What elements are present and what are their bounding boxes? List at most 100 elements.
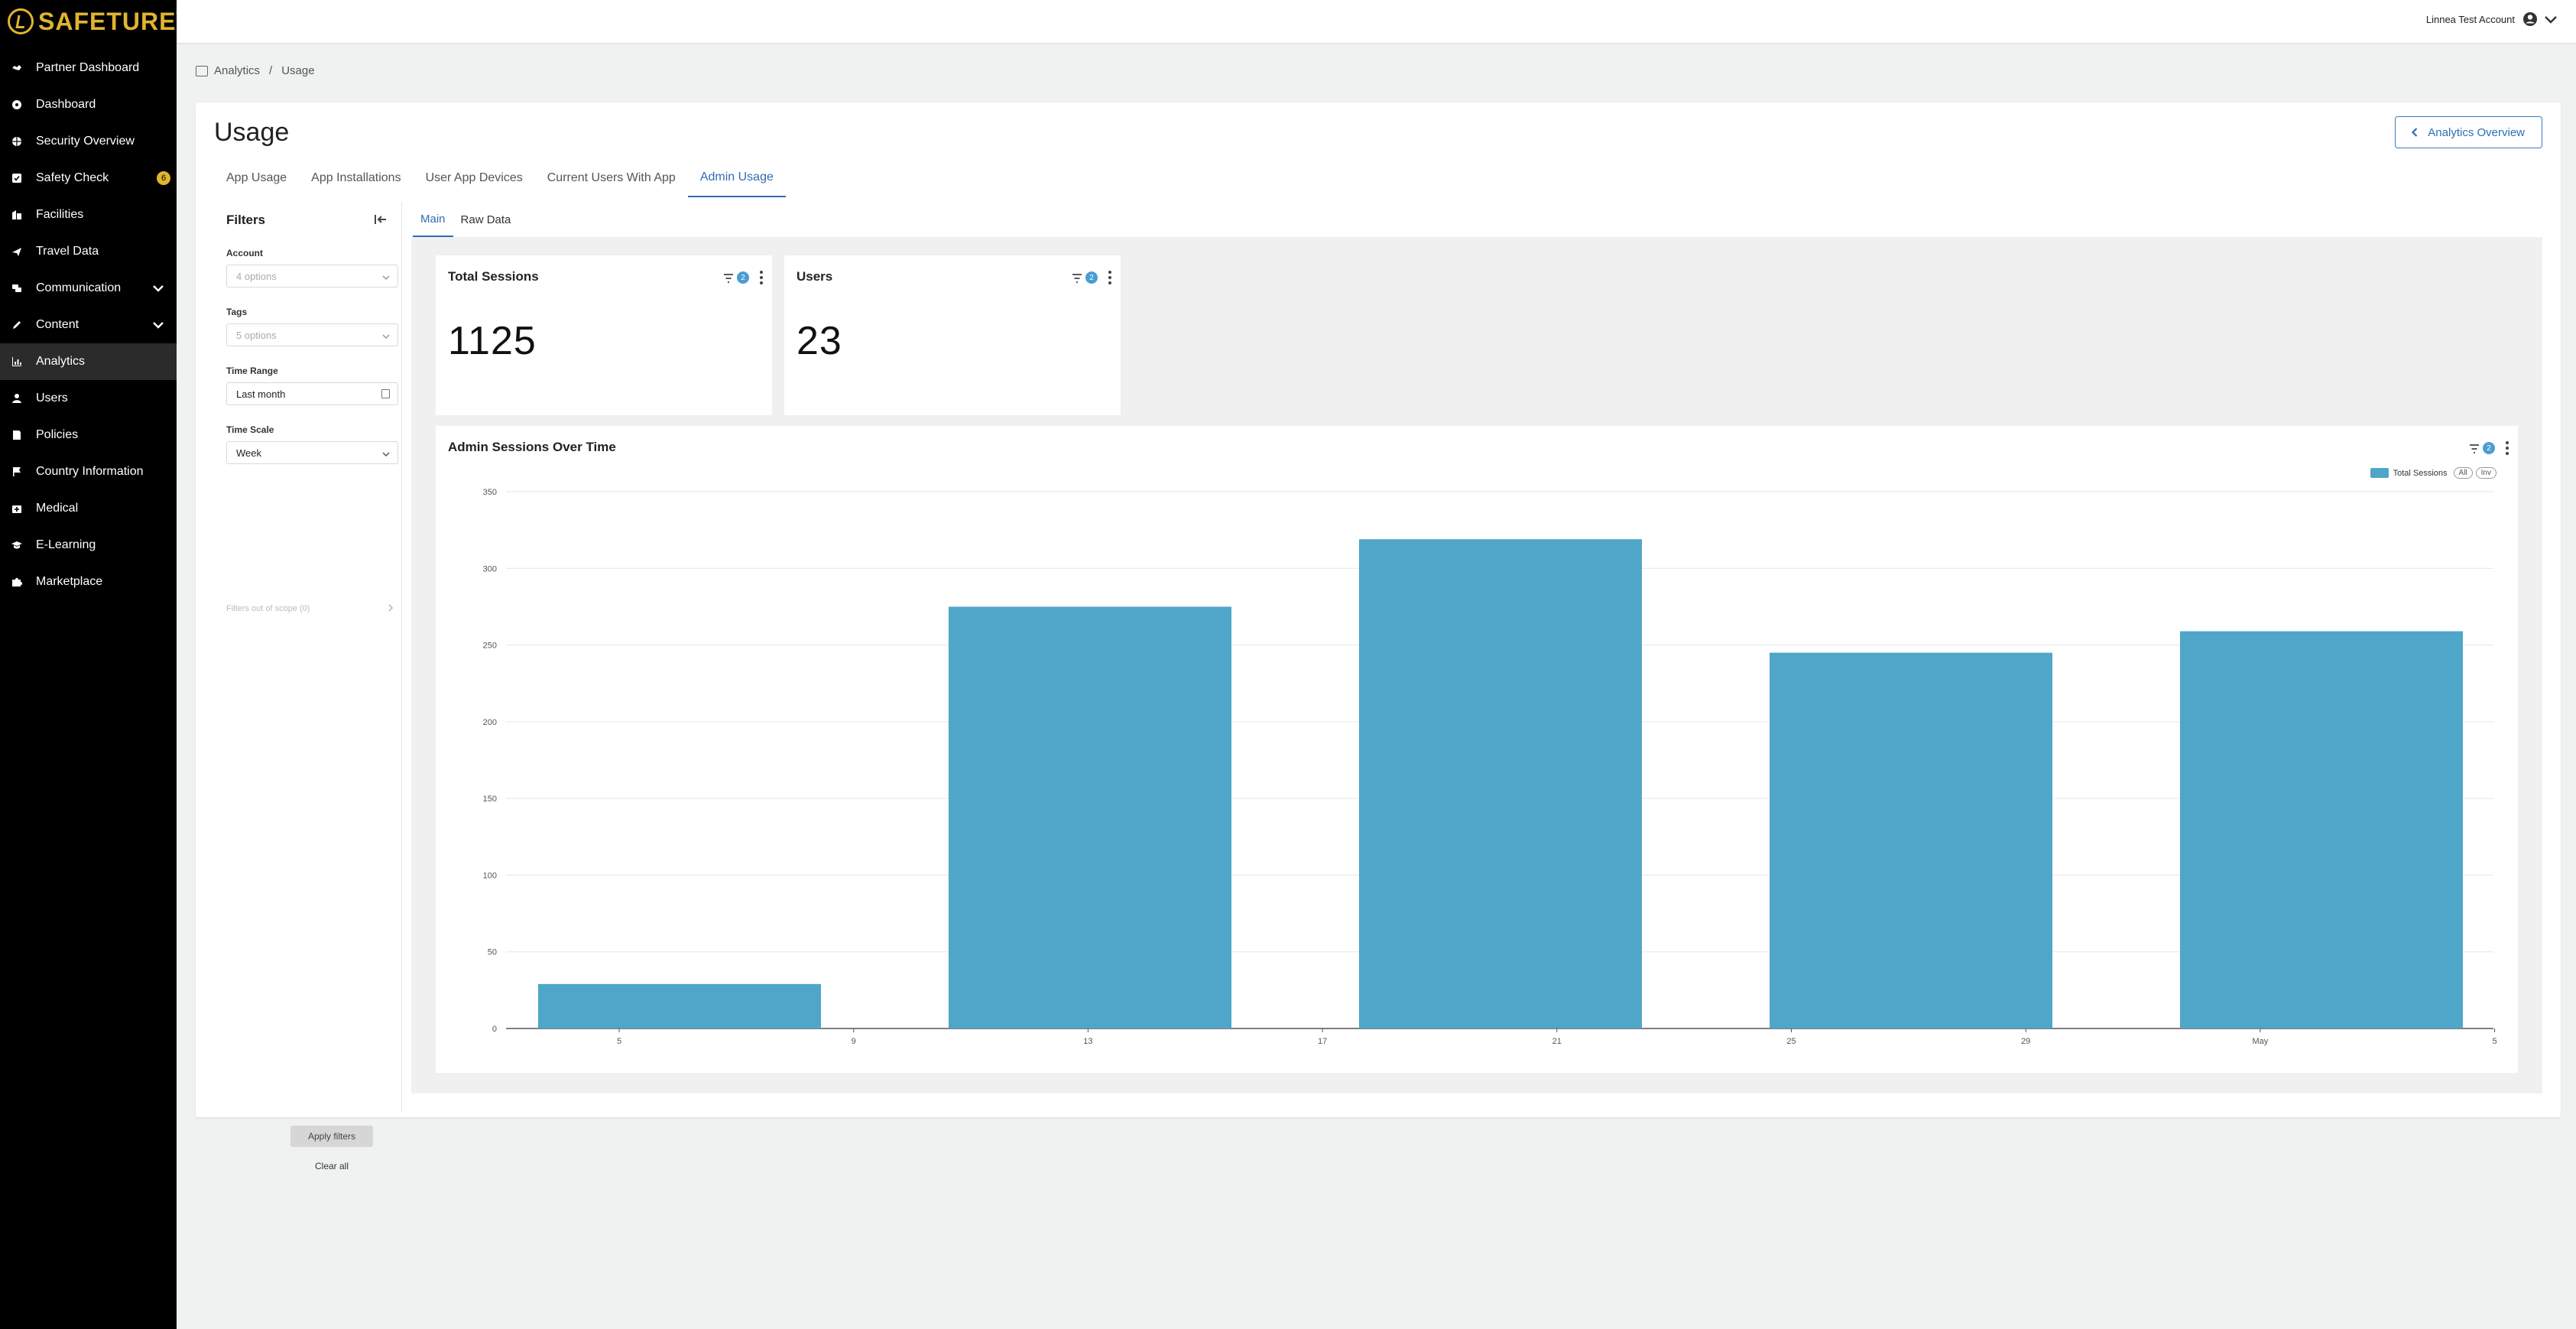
bar-week-3 (1359, 539, 1642, 1028)
dashboard-grid: Total Sessions 2 1125 Users 2 23 Admin S… (411, 237, 2542, 1093)
plane-icon (11, 245, 23, 258)
sidebar-item-label: Communication (36, 281, 122, 294)
tab-user-app-devices[interactable]: User App Devices (414, 159, 535, 197)
sidebar: SAFETURE ® Partner Dashboard Dashboard Sec… (0, 0, 182, 1329)
x-tick-label: 21 (1552, 1037, 1562, 1046)
globe-icon (11, 135, 23, 148)
sidebar-item-analytics[interactable]: Analytics (0, 343, 177, 380)
filter-icon[interactable] (723, 273, 734, 283)
safeture-logo[interactable]: SAFETURE ® (8, 6, 182, 37)
sidebar-item-label: Users (36, 392, 68, 405)
tab-admin-usage[interactable]: Admin Usage (687, 159, 786, 197)
chevron-down-icon[interactable] (151, 281, 166, 296)
subtab-raw-data[interactable]: Raw Data (453, 202, 519, 237)
analytics-overview-button[interactable]: Analytics Overview (2395, 116, 2542, 148)
clear-all-button[interactable]: Clear all (298, 1161, 365, 1171)
sidebar-nav: Partner Dashboard Dashboard Security Overv… (0, 50, 177, 600)
sidebar-item-dashboard[interactable]: Dashboard (0, 86, 177, 123)
breadcrumb-separator: / (269, 64, 273, 77)
sidebar-item-label: Safety Check (36, 171, 109, 184)
users-title: Users (796, 269, 833, 284)
dashboard-subtabs: Main Raw Data (413, 202, 518, 237)
puzzle-icon (11, 576, 23, 588)
sidebar-item-label: Policies (36, 428, 79, 441)
chevron-down-icon (382, 272, 390, 281)
bar-week-1 (538, 983, 821, 1028)
y-tick-label: 0 (492, 1025, 497, 1034)
top-bar: Linnea Test Account (177, 0, 2576, 44)
time-range-select[interactable]: Last month (226, 382, 398, 405)
chevron-down-icon[interactable] (2542, 11, 2559, 28)
total-sessions-value: 1125 (448, 319, 537, 363)
apply-filters-button[interactable]: Apply filters (290, 1126, 373, 1147)
tab-current-users-with-app[interactable]: Current Users With App (535, 159, 688, 197)
breadcrumb-analytics[interactable]: Analytics (214, 64, 260, 77)
x-tick-label: 9 (852, 1037, 856, 1046)
more-options-icon[interactable] (760, 271, 763, 284)
tab-app-usage[interactable]: App Usage (214, 159, 299, 197)
account-filter-select[interactable]: 4 options (226, 265, 398, 288)
x-tick-label: 25 (1786, 1037, 1796, 1046)
y-tick-label: 350 (483, 488, 497, 497)
sidebar-item-users[interactable]: Users (0, 380, 177, 417)
sidebar-item-safety-check[interactable]: Safety Check 6 (0, 160, 177, 197)
sidebar-item-facilities[interactable]: Facilities (0, 197, 177, 233)
sidebar-item-marketplace[interactable]: Marketplace (0, 564, 177, 600)
y-tick-label: 250 (483, 642, 497, 651)
y-tick-label: 50 (488, 948, 497, 957)
calendar-icon (381, 389, 390, 398)
breadcrumb-usage: Usage (281, 64, 315, 77)
breadcrumb: Analytics / Usage (196, 64, 315, 77)
account-name: Linnea Test Account (2425, 13, 2515, 25)
medical-icon (11, 502, 23, 515)
filter-icon[interactable] (1072, 273, 1082, 283)
sidebar-item-partner-dashboard[interactable]: Partner Dashboard (0, 50, 177, 86)
filter-count-badge[interactable]: 2 (737, 271, 749, 284)
tags-filter-select[interactable]: 5 options (226, 323, 398, 346)
sidebar-item-medical[interactable]: Medical (0, 490, 177, 527)
tags-filter-label: Tags (226, 307, 248, 317)
y-tick-label: 300 (483, 564, 497, 574)
x-tick-label: 5 (617, 1037, 621, 1046)
sidebar-item-e-learning[interactable]: E-Learning (0, 527, 177, 564)
main-card: Usage Analytics Overview App Usage App In… (196, 102, 2561, 1171)
account-filter-label: Account (226, 248, 263, 258)
sidebar-item-travel-data[interactable]: Travel Data (0, 233, 177, 270)
more-options-icon[interactable] (1108, 271, 1111, 284)
sidebar-item-security-overview[interactable]: Security Overview (0, 123, 177, 160)
sidebar-item-country-information[interactable]: Country Information (0, 453, 177, 490)
sidebar-item-content[interactable]: Content (0, 307, 177, 343)
y-tick-label: 200 (483, 718, 497, 727)
chevron-right-icon (386, 603, 395, 612)
analytics-icon (196, 65, 208, 76)
filter-count-badge[interactable]: 2 (1085, 271, 1098, 284)
logo-text: SAFETURE (38, 7, 177, 35)
building-icon (11, 209, 23, 221)
safety-check-badge: 6 (157, 171, 170, 185)
chevron-down-icon (382, 449, 390, 457)
time-scale-select[interactable]: Week (226, 441, 398, 464)
user-circle-icon (2523, 12, 2537, 26)
sidebar-item-label: Country Information (36, 465, 144, 478)
analytics-overview-label: Analytics Overview (2428, 125, 2525, 139)
sidebar-item-label: Dashboard (36, 98, 96, 111)
pencil-icon (11, 319, 23, 331)
chevron-down-icon[interactable] (151, 317, 166, 333)
collapse-filters-icon[interactable] (374, 213, 388, 226)
flag-icon (11, 466, 23, 478)
sidebar-item-communication[interactable]: Communication (0, 270, 177, 307)
sidebar-item-label: Partner Dashboard (36, 61, 140, 74)
chart-icon (11, 356, 23, 368)
bar-chart: 0 50 100 150 200 250 300 350 5 9 13 17 21 25 29 May 5 (483, 488, 2497, 1046)
tags-filter-placeholder: 5 options (236, 329, 277, 341)
tab-app-installations[interactable]: App Installations (299, 159, 413, 197)
handshake-icon (11, 62, 23, 74)
subtab-main[interactable]: Main (413, 202, 453, 237)
bar-week-5 (2180, 631, 2463, 1028)
sidebar-item-policies[interactable]: Policies (0, 417, 177, 453)
filters-out-of-scope[interactable]: Filters out of scope (0) (226, 604, 310, 613)
filters-title: Filters (226, 213, 266, 227)
page-title: Usage (214, 118, 290, 147)
account-menu[interactable]: Linnea Test Account (2426, 11, 2559, 28)
check-icon (11, 172, 23, 184)
